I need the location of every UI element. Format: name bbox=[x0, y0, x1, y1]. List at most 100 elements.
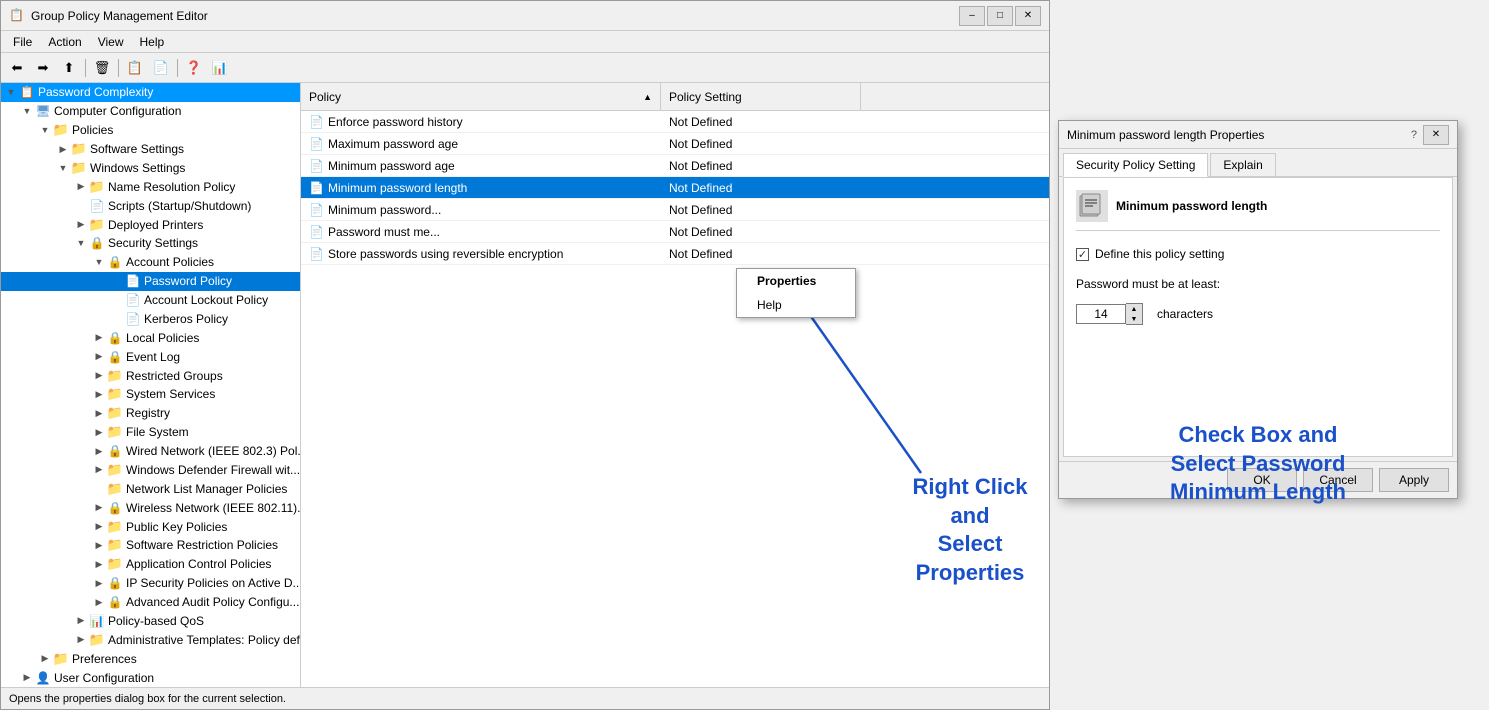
tree-local-policies[interactable]: ▶ 🔒 Local Policies bbox=[1, 328, 300, 347]
copy-button[interactable]: 📋 bbox=[123, 57, 147, 79]
sysserv-icon: 📁 bbox=[107, 386, 123, 402]
dp-expander[interactable]: ▶ bbox=[73, 217, 89, 233]
policy-row-5[interactable]: 📄 Password must me... Not Defined bbox=[301, 221, 1049, 243]
lp-expander[interactable]: ▶ bbox=[91, 330, 107, 346]
tree-public-key[interactable]: ▶ 📁 Public Key Policies bbox=[1, 517, 300, 536]
tree-restricted-groups[interactable]: ▶ 📁 Restricted Groups bbox=[1, 366, 300, 385]
forward-button[interactable]: ➡ bbox=[31, 57, 55, 79]
tree-windows-settings[interactable]: ▼ 📁 Windows Settings bbox=[1, 159, 300, 178]
tree-wired-network[interactable]: ▶ 🔒 Wired Network (IEEE 802.3) Pol... bbox=[1, 442, 300, 461]
dialog-close-button[interactable]: ✕ bbox=[1423, 125, 1449, 145]
tree-scripts[interactable]: ▶ 📄 Scripts (Startup/Shutdown) bbox=[1, 196, 300, 215]
wn-expander[interactable]: ▶ bbox=[91, 443, 107, 459]
aa-expander[interactable]: ▶ bbox=[91, 594, 107, 610]
ss-expander[interactable]: ▶ bbox=[55, 141, 71, 157]
menu-help[interactable]: Help bbox=[132, 33, 173, 51]
tab-security-policy[interactable]: Security Policy Setting bbox=[1063, 153, 1208, 177]
tree-account-lockout[interactable]: ▶ 📄 Account Lockout Policy bbox=[1, 291, 300, 310]
col-policy[interactable]: Policy ▲ bbox=[301, 83, 661, 110]
ws-expander[interactable]: ▼ bbox=[55, 160, 71, 176]
tree-system-services[interactable]: ▶ 📁 System Services bbox=[1, 385, 300, 404]
close-button[interactable]: ✕ bbox=[1015, 6, 1041, 26]
context-menu-properties[interactable]: Properties bbox=[737, 269, 855, 293]
ap-expander[interactable]: ▼ bbox=[91, 254, 107, 270]
pref-expander[interactable]: ▶ bbox=[37, 651, 53, 667]
tree-ip-security[interactable]: ▶ 🔒 IP Security Policies on Active D... bbox=[1, 574, 300, 593]
menu-action[interactable]: Action bbox=[40, 33, 89, 51]
tree-user-config[interactable]: ▶ 👤 User Configuration bbox=[1, 668, 300, 687]
up-button[interactable]: ⬆ bbox=[57, 57, 81, 79]
spinner-buttons: ▲ ▼ bbox=[1126, 303, 1143, 325]
paste-button[interactable]: 📄 bbox=[149, 57, 173, 79]
tree-deployed-printers[interactable]: ▶ 📁 Deployed Printers bbox=[1, 215, 300, 234]
help-button[interactable]: ❓ bbox=[182, 57, 206, 79]
tree-software-settings[interactable]: ▶ 📁 Software Settings bbox=[1, 140, 300, 159]
tree-kerberos[interactable]: ▶ 📄 Kerberos Policy bbox=[1, 310, 300, 329]
tree-app-control[interactable]: ▶ 📁 Application Control Policies bbox=[1, 555, 300, 574]
maximize-button[interactable]: □ bbox=[987, 6, 1013, 26]
apply-button[interactable]: Apply bbox=[1379, 468, 1449, 492]
tree-software-restriction[interactable]: ▶ 📁 Software Restriction Policies bbox=[1, 536, 300, 555]
tree-policy-qos[interactable]: ▶ 📊 Policy-based QoS bbox=[1, 612, 300, 631]
pbq-expander[interactable]: ▶ bbox=[73, 613, 89, 629]
tree-policies[interactable]: ▼ 📁 Policies bbox=[1, 121, 300, 140]
fs-expander[interactable]: ▶ bbox=[91, 424, 107, 440]
menu-file[interactable]: File bbox=[5, 33, 40, 51]
dialog-policy-name: Minimum password length bbox=[1116, 199, 1267, 213]
sr-expander[interactable]: ▶ bbox=[91, 537, 107, 553]
ips-expander[interactable]: ▶ bbox=[91, 575, 107, 591]
reg-expander[interactable]: ▶ bbox=[91, 405, 107, 421]
tree-advanced-audit[interactable]: ▶ 🔒 Advanced Audit Policy Configu... bbox=[1, 593, 300, 612]
back-button[interactable]: ⬅ bbox=[5, 57, 29, 79]
tree-name-resolution[interactable]: ▶ 📁 Name Resolution Policy bbox=[1, 177, 300, 196]
password-length-input[interactable] bbox=[1076, 304, 1126, 324]
tree-account-policies[interactable]: ▼ 🔒 Account Policies bbox=[1, 253, 300, 272]
wf-expander[interactable]: ▶ bbox=[91, 462, 107, 478]
ac-expander[interactable]: ▶ bbox=[91, 556, 107, 572]
tree-wireless-network[interactable]: ▶ 🔒 Wireless Network (IEEE 802.11)... bbox=[1, 498, 300, 517]
root-expander[interactable]: ▼ bbox=[3, 84, 19, 100]
nr-expander[interactable]: ▶ bbox=[73, 179, 89, 195]
context-menu-help[interactable]: Help bbox=[737, 293, 855, 317]
el-expander[interactable]: ▶ bbox=[91, 349, 107, 365]
at-expander[interactable]: ▶ bbox=[73, 632, 89, 648]
policy-row-1[interactable]: 📄 Maximum password age Not Defined bbox=[301, 133, 1049, 155]
tree-computer-config[interactable]: ▼ 🖥 Computer Configuration bbox=[1, 102, 300, 121]
policy-row-3[interactable]: 📄 Minimum password length Not Defined bbox=[301, 177, 1049, 199]
tree-event-log[interactable]: ▶ 🔒 Event Log bbox=[1, 347, 300, 366]
pkp-expander[interactable]: ▶ bbox=[91, 519, 107, 535]
show-hide-button[interactable]: 🗑 bbox=[90, 57, 114, 79]
menu-view[interactable]: View bbox=[90, 33, 132, 51]
tree-windows-firewall[interactable]: ▶ 📁 Windows Defender Firewall wit... bbox=[1, 461, 300, 480]
policy-row-4[interactable]: 📄 Minimum password... Not Defined bbox=[301, 199, 1049, 221]
ok-button[interactable]: OK bbox=[1227, 468, 1297, 492]
checkbox-label[interactable]: Define this policy setting bbox=[1095, 247, 1224, 261]
tree-password-policy[interactable]: ▶ 📄 Password Policy bbox=[1, 272, 300, 291]
policy-row-0[interactable]: 📄 Enforce password history Not Defined bbox=[301, 111, 1049, 133]
rg-expander[interactable]: ▶ bbox=[91, 368, 107, 384]
cancel-button[interactable]: Cancel bbox=[1303, 468, 1373, 492]
secsett-expander[interactable]: ▼ bbox=[73, 235, 89, 251]
pol-expander[interactable]: ▼ bbox=[37, 122, 53, 138]
policy-row-2[interactable]: 📄 Minimum password age Not Defined bbox=[301, 155, 1049, 177]
minimize-button[interactable]: – bbox=[959, 6, 985, 26]
tree-security-settings[interactable]: ▼ 🔒 Security Settings bbox=[1, 234, 300, 253]
tree-network-list[interactable]: ▶ 📁 Network List Manager Policies bbox=[1, 479, 300, 498]
uc-expander[interactable]: ▶ bbox=[19, 670, 35, 686]
tree-admin-templates[interactable]: ▶ 📁 Administrative Templates: Policy def… bbox=[1, 630, 300, 649]
tab-explain[interactable]: Explain bbox=[1210, 153, 1275, 176]
tree-preferences[interactable]: ▶ 📁 Preferences bbox=[1, 649, 300, 668]
tree-root[interactable]: ▼ 📋 Password Complexity bbox=[1, 83, 300, 102]
col-setting[interactable]: Policy Setting bbox=[661, 83, 861, 110]
policy-row-6[interactable]: 📄 Store passwords using reversible encry… bbox=[301, 243, 1049, 265]
spinner-up-button[interactable]: ▲ bbox=[1126, 304, 1142, 314]
define-policy-checkbox[interactable]: ✓ bbox=[1076, 248, 1089, 261]
sysserv-expander[interactable]: ▶ bbox=[91, 386, 107, 402]
tree-file-system[interactable]: ▶ 📁 File System bbox=[1, 423, 300, 442]
dialog-help-btn[interactable]: ? bbox=[1411, 129, 1417, 141]
spinner-down-button[interactable]: ▼ bbox=[1126, 314, 1142, 324]
wirelessn-expander[interactable]: ▶ bbox=[91, 500, 107, 516]
properties-button[interactable]: 📊 bbox=[208, 57, 232, 79]
cc-expander[interactable]: ▼ bbox=[19, 103, 35, 119]
tree-registry[interactable]: ▶ 📁 Registry bbox=[1, 404, 300, 423]
